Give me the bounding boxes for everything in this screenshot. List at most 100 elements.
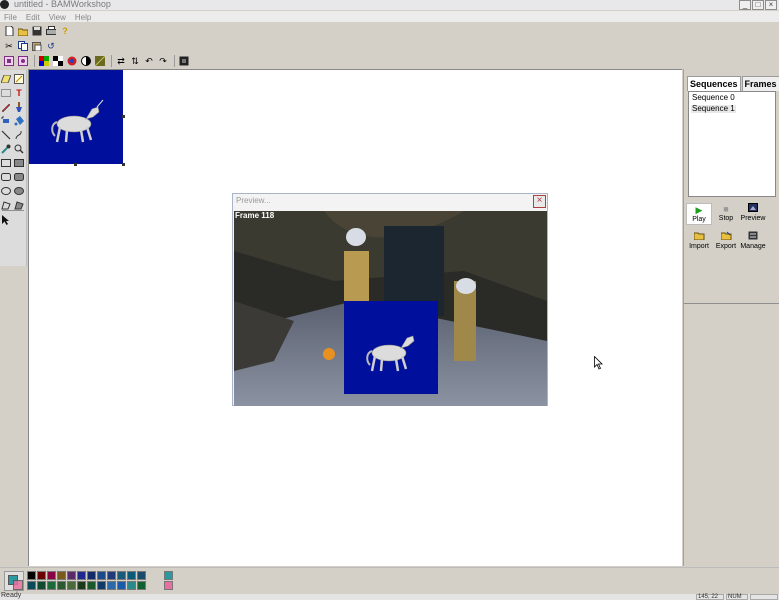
list-item[interactable]: Sequence 1 [691, 105, 736, 113]
status-bar: Ready 145, 22 NUM [0, 592, 779, 600]
selection-handle[interactable] [122, 115, 125, 118]
ellipse-icon[interactable] [0, 185, 12, 197]
text-icon[interactable]: T [13, 87, 25, 99]
palette-swatch[interactable] [67, 571, 76, 580]
secondary-color-swatch[interactable] [13, 580, 23, 590]
palette-swatch-extra[interactable] [164, 571, 173, 580]
stop-label: Stop [718, 215, 734, 222]
stop-button[interactable]: ■ Stop [713, 203, 739, 225]
palette-swatch[interactable] [57, 571, 66, 580]
rectangle-icon[interactable] [0, 157, 12, 169]
toolbar-edit: ✂ ↺ [0, 39, 59, 53]
panel-tabs: Sequences Frames [687, 76, 779, 91]
palette-swatch[interactable] [127, 581, 136, 590]
flip-vertical-icon[interactable]: ⇅ [129, 55, 141, 67]
cut-icon[interactable]: ✂ [3, 40, 15, 52]
frame-stop-icon[interactable] [178, 55, 190, 67]
preview-window[interactable]: Preview... × Frame 118 [232, 193, 548, 406]
palette-swatch[interactable] [27, 581, 36, 590]
rotate-right-icon[interactable]: ↷ [157, 55, 169, 67]
palette-swatch[interactable] [107, 581, 116, 590]
fill-icon[interactable] [13, 73, 25, 85]
list-item[interactable]: Sequence 0 [691, 94, 773, 102]
contrast-icon[interactable] [80, 55, 92, 67]
palette-swatch[interactable] [137, 581, 146, 590]
brush-icon[interactable] [13, 101, 25, 113]
unicorn-sprite-icon [51, 99, 104, 143]
palette-swatch[interactable] [137, 571, 146, 580]
export-button[interactable]: Export [713, 231, 739, 253]
pointer-icon[interactable] [0, 214, 12, 226]
toolbar-separator [34, 55, 35, 67]
palette-swatch[interactable] [117, 581, 126, 590]
palette-swatch[interactable] [77, 581, 86, 590]
palette-swatch-extra[interactable] [164, 581, 173, 590]
current-colors[interactable] [4, 571, 24, 591]
palette-swatch[interactable] [127, 571, 136, 580]
airbrush-icon[interactable] [0, 115, 12, 127]
import-button[interactable]: Import [686, 231, 712, 253]
flip-horizontal-icon[interactable]: ⇄ [115, 55, 127, 67]
texture-icon[interactable] [94, 55, 106, 67]
selection-handle[interactable] [74, 163, 77, 166]
print-icon[interactable] [45, 25, 57, 37]
tab-frames[interactable]: Frames [741, 76, 779, 91]
filled-rounded-rect-icon[interactable] [13, 171, 25, 183]
palette-swatch[interactable] [87, 581, 96, 590]
help-icon[interactable]: ? [59, 25, 71, 37]
preview-button[interactable]: Preview [740, 203, 766, 225]
palette-swatch[interactable] [97, 581, 106, 590]
palette-swatch[interactable] [47, 581, 56, 590]
palette-swatch[interactable] [117, 571, 126, 580]
palette-swatch[interactable] [37, 581, 46, 590]
app-icon[interactable] [0, 0, 9, 9]
line-icon[interactable] [0, 129, 12, 141]
selection-handle[interactable] [122, 163, 125, 166]
palette-swatch[interactable] [47, 571, 56, 580]
stop-icon: ■ [723, 204, 729, 214]
pencil-icon[interactable] [0, 101, 12, 113]
new-file-icon[interactable] [3, 25, 15, 37]
paint-bucket-icon[interactable] [13, 115, 25, 127]
menu-view[interactable]: View [49, 12, 66, 23]
palette-swatch[interactable] [107, 571, 116, 580]
eyedropper-icon[interactable] [0, 143, 12, 155]
palette-icon[interactable] [38, 55, 50, 67]
palette-swatch[interactable] [57, 581, 66, 590]
palette-swatch[interactable] [77, 571, 86, 580]
palette-swatch[interactable] [97, 571, 106, 580]
palette-swatch[interactable] [87, 571, 96, 580]
palette-swatch[interactable] [37, 571, 46, 580]
close-button[interactable]: × [765, 0, 777, 10]
curve-icon[interactable] [13, 129, 25, 141]
palette-swatch[interactable] [27, 571, 36, 580]
select-rect-icon[interactable] [0, 87, 12, 99]
menu-file[interactable]: File [4, 12, 17, 23]
frame-icon[interactable] [3, 55, 15, 67]
tab-sequences[interactable]: Sequences [687, 76, 741, 91]
filled-rectangle-icon[interactable] [13, 157, 25, 169]
preview-close-button[interactable]: × [533, 195, 546, 208]
palette-swatch[interactable] [67, 581, 76, 590]
paste-icon[interactable] [31, 40, 43, 52]
filled-ellipse-icon[interactable] [13, 185, 25, 197]
eraser-icon[interactable] [0, 73, 12, 85]
sequence-list[interactable]: Sequence 0 Sequence 1 [688, 91, 776, 197]
rounded-rect-icon[interactable] [0, 171, 12, 183]
maximize-button[interactable]: □ [752, 0, 764, 10]
undo-icon[interactable]: ↺ [45, 40, 57, 52]
copy-icon[interactable] [17, 40, 29, 52]
rotate-left-icon[interactable]: ↶ [143, 55, 155, 67]
transparency-icon[interactable] [52, 55, 64, 67]
minimize-button[interactable]: _ [739, 0, 751, 10]
open-folder-icon[interactable] [17, 25, 29, 37]
manage-button[interactable]: Manage [740, 231, 766, 253]
play-button[interactable]: ▶ Play [686, 203, 712, 225]
frame-alt-icon[interactable] [17, 55, 29, 67]
save-icon[interactable] [31, 25, 43, 37]
menu-edit[interactable]: Edit [26, 12, 40, 23]
zoom-icon[interactable] [13, 143, 25, 155]
menu-help[interactable]: Help [75, 12, 91, 23]
frame-image[interactable] [29, 70, 123, 164]
color-wheel-icon[interactable] [66, 55, 78, 67]
